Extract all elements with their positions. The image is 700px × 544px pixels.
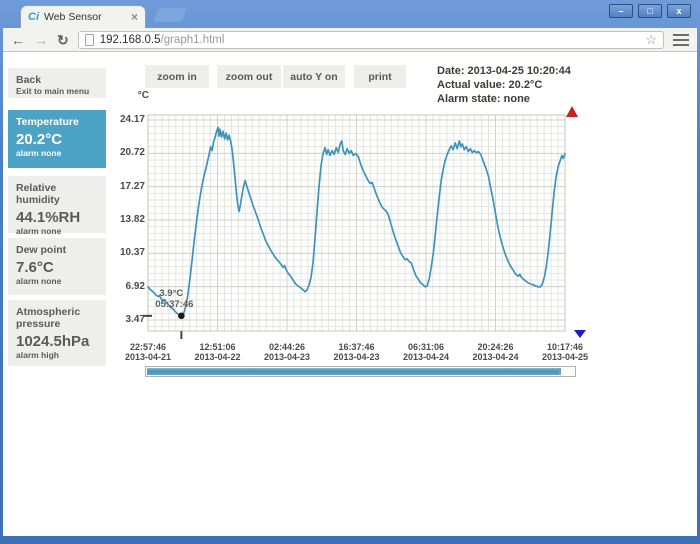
minimize-button[interactable]: – [609,4,633,18]
page-icon [84,33,94,46]
x-tick-label: 16:37:46 2013-04-23 [333,342,380,362]
x-tick-label: 20:24:26 2013-04-24 [472,342,519,362]
window-controls: – □ x [609,4,691,18]
y-tick-label: 6.92 [125,280,145,292]
browser-toolbar: ← → ↻ 192.168.0.5/graph1.html ☆ [3,28,697,52]
x-tick-label: 06:31:06 2013-04-24 [402,342,450,362]
y-tick-label: 10.37 [119,247,145,259]
tooltip-time: 05:37:46 [155,299,193,310]
page-content: Back Exit to main menu Temperature 20.2°… [3,52,697,536]
y-tick-label: 13.82 [119,213,145,225]
min-point-marker [178,312,185,320]
chart-horizontal-scrollbar[interactable] [145,366,576,377]
url-path: /graph1.html [160,33,225,46]
tooltip-value: 3.9°C [159,288,183,299]
y-tick-label: 3.47 [125,313,145,325]
back-icon[interactable]: ← [11,33,25,47]
x-tick-label: 12:51:06 2013-04-22 [194,342,241,362]
maximize-button[interactable]: □ [638,4,662,18]
browser-titlebar: Ci Web Sensor × – □ x [0,0,700,28]
y-axis-up-arrow-icon[interactable] [566,106,578,117]
y-tick-label: 24.17 [119,114,145,125]
x-tick-label: 10:17:46 2013-04-25 [541,342,589,362]
close-button[interactable]: x [667,4,691,18]
menu-icon[interactable] [673,33,689,46]
x-tick-label: 02:44:26 2013-04-23 [263,342,311,362]
url-text[interactable]: 192.168.0.5/graph1.html [100,34,640,46]
url-host: 192.168.0.5 [99,33,161,46]
favicon-icon: Ci [28,11,39,23]
reload-icon[interactable]: ↻ [57,33,69,47]
tab-title: Web Sensor [44,11,102,23]
address-bar[interactable]: 192.168.0.5/graph1.html ☆ [77,30,664,49]
forward-icon[interactable]: → [34,33,48,47]
y-tick-label: 20.72 [119,147,145,159]
x-tick-label: 22:57:46 2013-04-21 [124,342,172,362]
browser-tab[interactable]: Ci Web Sensor × [20,5,146,28]
y-tick-label: 17.27 [119,180,145,192]
bookmark-star-icon[interactable]: ☆ [645,32,657,48]
browser-window: Ci Web Sensor × – □ x ← → ↻ 192.168.0.5/… [0,0,700,544]
y-axis-down-arrow-icon[interactable] [574,330,586,338]
scrollbar-thumb[interactable] [147,368,561,375]
tab-close-icon[interactable]: × [131,11,138,23]
new-tab-button[interactable] [153,8,187,22]
